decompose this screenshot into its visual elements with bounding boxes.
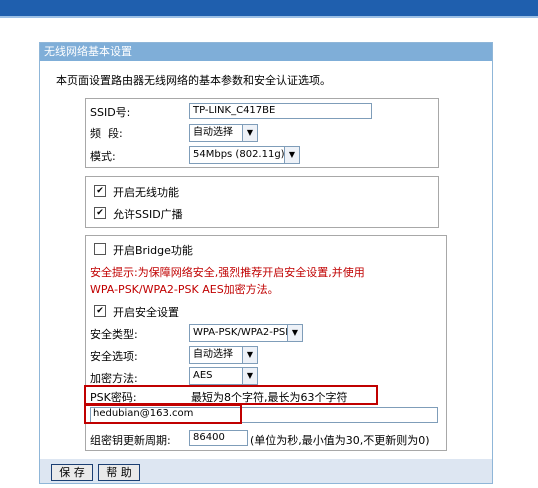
security-option-select[interactable]: 自动选择 ▼ — [189, 346, 258, 364]
rekey-label: 组密钥更新周期: — [90, 434, 171, 447]
rekey-input[interactable]: 86400 — [189, 430, 248, 446]
rekey-hint: (单位为秒,最小值为30,不更新则为0) — [250, 434, 430, 447]
security-type-label: 安全类型: — [90, 328, 138, 341]
psk-label: PSK密码: — [90, 391, 137, 404]
top-banner — [0, 0, 538, 16]
encryption-select[interactable]: AES ▼ — [189, 367, 258, 385]
security-option-label: 安全选项: — [90, 350, 138, 363]
chevron-down-icon: ▼ — [242, 368, 257, 384]
security-enable-label: 开启安全设置 — [113, 306, 179, 319]
security-type-value: WPA-PSK/WPA2-PSK — [193, 327, 292, 338]
ssid-input[interactable]: TP-LINK_C417BE — [189, 103, 372, 119]
ssid-label: SSID号: — [90, 106, 131, 119]
chevron-down-icon: ▼ — [242, 125, 257, 141]
help-button[interactable]: 帮 助 — [98, 464, 140, 481]
mode-select[interactable]: 54Mbps (802.11g) ▼ — [189, 146, 300, 164]
security-enable-checkbox[interactable]: ✔ — [94, 305, 106, 317]
encryption-value: AES — [193, 370, 213, 381]
page-description: 本页面设置路由器无线网络的基本参数和安全认证选项。 — [56, 74, 331, 87]
chevron-down-icon: ▼ — [287, 325, 302, 341]
mode-select-value: 54Mbps (802.11g) — [193, 149, 285, 160]
channel-select-value: 自动选择 — [193, 127, 233, 138]
psk-hint: 最短为8个字符,最长为63个字符 — [191, 391, 348, 404]
chevron-down-icon: ▼ — [284, 147, 299, 163]
ssid-broadcast-label: 允许SSID广播 — [113, 208, 183, 221]
wireless-enable-checkbox[interactable]: ✔ — [94, 185, 106, 197]
security-tip-line1: 安全提示:为保障网络安全,强烈推荐开启安全设置,并使用 — [90, 266, 365, 279]
channel-select[interactable]: 自动选择 ▼ — [189, 124, 258, 142]
chevron-down-icon: ▼ — [242, 347, 257, 363]
panel-title: 无线网络基本设置 — [40, 43, 492, 61]
security-option-value: 自动选择 — [193, 349, 233, 360]
top-banner-line — [0, 16, 538, 18]
bridge-label: 开启Bridge功能 — [113, 244, 193, 257]
mode-label: 模式: — [90, 150, 116, 163]
psk-password-value: hedubian@163.com — [93, 408, 194, 419]
bridge-checkbox[interactable] — [94, 243, 106, 255]
security-tip-line2: WPA-PSK/WPA2-PSK AES加密方法。 — [90, 283, 279, 296]
channel-label: 频 段: — [90, 127, 123, 140]
ssid-broadcast-checkbox[interactable]: ✔ — [94, 207, 106, 219]
security-type-select[interactable]: WPA-PSK/WPA2-PSK ▼ — [189, 324, 303, 342]
save-button[interactable]: 保 存 — [51, 464, 93, 481]
encryption-label: 加密方法: — [90, 372, 138, 385]
wireless-enable-label: 开启无线功能 — [113, 186, 179, 199]
